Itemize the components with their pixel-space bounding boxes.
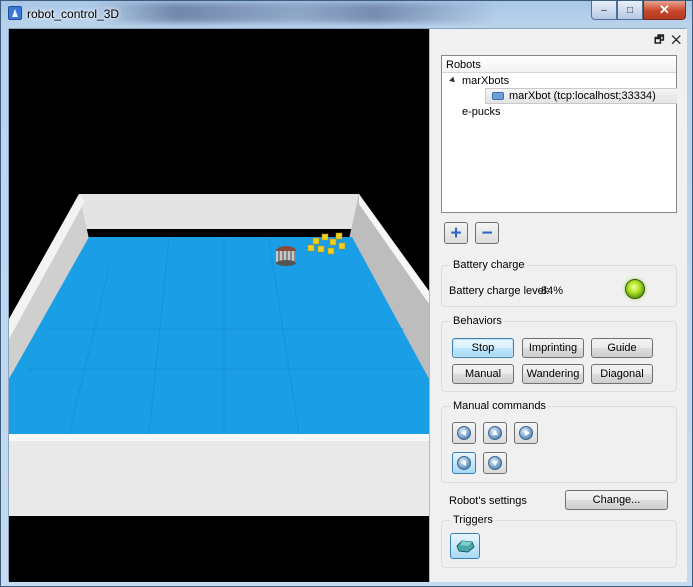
arena-front-wall: [9, 434, 429, 516]
title-bar[interactable]: robot_control_3D – □ ✕: [1, 1, 692, 27]
stop-button[interactable]: Stop: [452, 338, 514, 358]
battery-group: Battery charge Battery charge level: 84%: [441, 259, 677, 307]
battery-led-icon: [625, 279, 645, 299]
behaviors-group: Behaviors Stop Imprinting Guide Manual W…: [441, 315, 677, 392]
imprinting-button[interactable]: Imprinting: [522, 338, 584, 358]
rotate-left-icon: [457, 456, 471, 470]
trigger-object-icon: [456, 540, 475, 553]
battery-level-label: Battery charge level:: [449, 285, 550, 297]
arrow-left-icon: [457, 426, 471, 440]
move-right-button[interactable]: [514, 422, 538, 444]
move-left-button[interactable]: [452, 422, 476, 444]
app-window: robot_control_3D – □ ✕ 🗗 ✕ Robots marXbo…: [0, 0, 693, 587]
3d-viewport[interactable]: [9, 29, 429, 582]
rotate-left-button[interactable]: [452, 452, 476, 474]
close-button[interactable]: ✕: [643, 1, 686, 20]
robot-icon: [492, 92, 504, 100]
robots-tree-header: Robots: [442, 56, 676, 73]
marxbot-robot: [276, 246, 296, 266]
arena-scene: [9, 194, 429, 516]
move-forward-button[interactable]: [483, 422, 507, 444]
tree-item-epucks[interactable]: e-pucks: [462, 106, 501, 118]
manual-button[interactable]: Manual: [452, 364, 514, 384]
dock-controls[interactable]: 🗗 ✕: [654, 31, 683, 50]
triggers-group: Triggers: [441, 514, 677, 568]
change-settings-button[interactable]: Change...: [565, 490, 668, 510]
arrow-up-icon: [488, 426, 502, 440]
title-bar-glass: [96, 3, 496, 23]
move-backward-button[interactable]: [483, 452, 507, 474]
robot-dock-panel: 🗗 ✕ Robots marXbots marXbot (tcp:localho…: [429, 29, 687, 582]
arrow-down-icon: [488, 456, 502, 470]
behaviors-group-title: Behaviors: [451, 315, 504, 327]
expand-arrow-icon[interactable]: [449, 76, 457, 85]
arena-back-wall: [79, 194, 359, 229]
add-robot-button[interactable]: +: [444, 222, 468, 244]
window-controls: – □ ✕: [591, 1, 686, 20]
wandering-button[interactable]: Wandering: [522, 364, 584, 384]
robot-settings-label: Robot's settings: [449, 495, 527, 507]
client-area: 🗗 ✕ Robots marXbots marXbot (tcp:localho…: [8, 28, 687, 582]
trigger-button[interactable]: [450, 533, 480, 559]
guide-button[interactable]: Guide: [591, 338, 653, 358]
manual-commands-group-title: Manual commands: [451, 400, 548, 412]
remove-robot-button[interactable]: −: [475, 222, 499, 244]
minimize-button[interactable]: –: [591, 1, 617, 20]
diagonal-button[interactable]: Diagonal: [591, 364, 653, 384]
robots-tree[interactable]: Robots marXbots marXbot (tcp:localhost;3…: [441, 55, 677, 213]
tree-item-marxbots[interactable]: marXbots: [449, 75, 509, 87]
arrow-right-icon: [519, 426, 533, 440]
manual-commands-group: Manual commands: [441, 400, 677, 483]
battery-level-value: 84%: [541, 285, 564, 297]
window-title: robot_control_3D: [27, 7, 120, 21]
app-icon: [8, 6, 22, 20]
battery-group-title: Battery charge: [451, 259, 527, 271]
tree-item-marxbot-robot[interactable]: marXbot (tcp:localhost;33334): [492, 90, 656, 102]
maximize-button[interactable]: □: [617, 1, 643, 20]
triggers-group-title: Triggers: [451, 514, 495, 526]
